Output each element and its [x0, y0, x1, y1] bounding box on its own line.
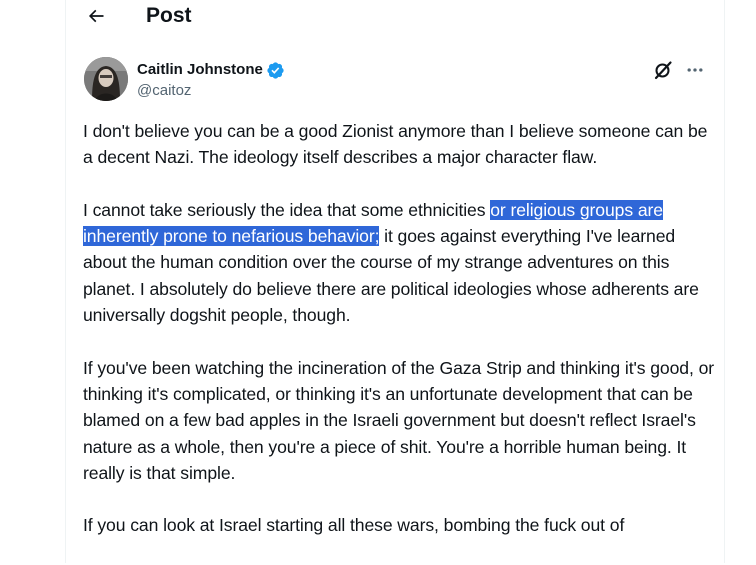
grok-button[interactable]	[652, 59, 674, 81]
arrow-left-icon	[88, 9, 104, 23]
more-options-button[interactable]	[682, 59, 708, 81]
post-header: Post	[66, 0, 724, 34]
post-paragraph-2: I cannot take seriously the idea that so…	[83, 197, 717, 328]
post-body: I don't believe you can be a good Zionis…	[83, 118, 717, 565]
verified-badge-icon	[267, 61, 284, 79]
post-paragraph-2-start: I cannot take seriously the idea that so…	[83, 199, 491, 220]
post-paragraph-4: If you can look at Israel starting all t…	[83, 515, 625, 536]
post-paragraph-1: I don't believe you can be a good Zionis…	[83, 121, 708, 168]
author-handle[interactable]: @caitoz	[137, 81, 191, 101]
post-column: Post Caitlin Johnstone @caitoz I don't b…	[65, 0, 725, 563]
avatar[interactable]	[84, 57, 128, 101]
post-paragraph-3: If you've been watching the incineration…	[83, 357, 715, 483]
back-button[interactable]	[82, 2, 110, 30]
author-name-text: Caitlin Johnstone	[137, 61, 263, 78]
avatar-image	[84, 57, 128, 101]
author-display-name[interactable]: Caitlin Johnstone	[137, 60, 285, 80]
more-horizontal-icon	[687, 68, 703, 72]
page-title: Post	[146, 4, 192, 27]
grok-icon	[654, 61, 672, 80]
